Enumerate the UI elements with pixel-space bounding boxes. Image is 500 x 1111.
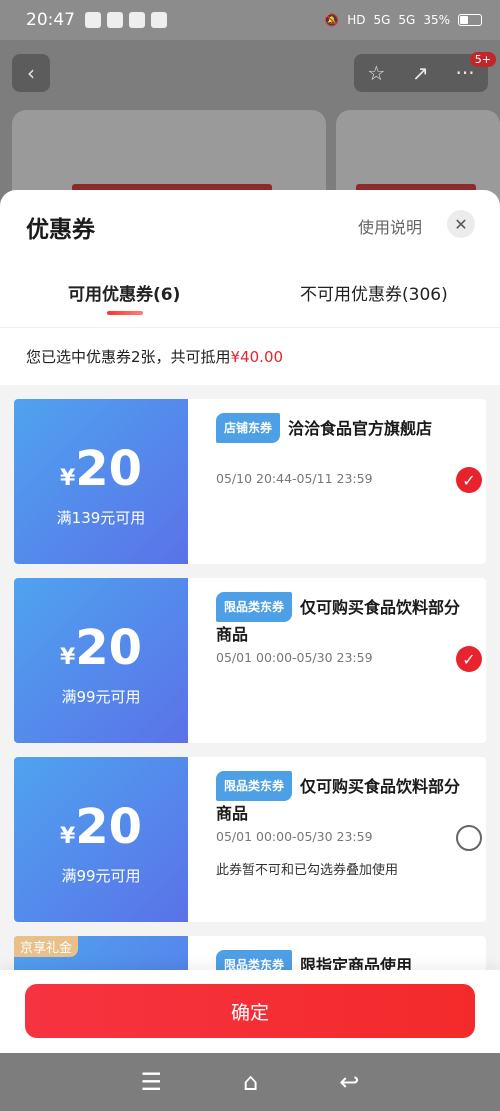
amount-value: 20: [75, 799, 143, 855]
app-notification-icon: [107, 12, 123, 28]
coupon-title-line: 限品类东券 限指定商品使用: [216, 950, 462, 970]
network-5g-1: 5G: [373, 13, 391, 27]
share-icon[interactable]: ↗: [412, 61, 429, 85]
network-hd: HD: [347, 13, 366, 27]
checkmark-icon: ✓: [462, 470, 476, 490]
coupon-title-line: 限品类东券 仅可购买食品饮料部分商品: [216, 592, 462, 648]
summary-text: 您已选中优惠券2张，共可抵用: [26, 348, 231, 366]
coupon-card[interactable]: ¥20 满99元可用 限品类东券 仅可购买食品饮料部分商品 05/01 00:00…: [14, 757, 486, 922]
close-icon: ✕: [454, 214, 468, 234]
coupon-type-tag: 店铺东券: [216, 413, 281, 443]
chevron-left-icon: ‹: [27, 61, 35, 85]
coupon-card[interactable]: ¥20 满139元可用 店铺东券 洽洽食品官方旗舰店 05/10 20:44-05…: [14, 399, 486, 564]
coupon-details: 限品类东券 限指定商品使用: [202, 936, 486, 970]
notification-icons: [85, 12, 167, 28]
coupon-details: 限品类东券 仅可购买食品饮料部分商品 05/01 00:00-05/30 23:5…: [202, 757, 486, 922]
confirm-button[interactable]: 确定: [25, 984, 475, 1038]
translate-icon: [129, 12, 145, 28]
currency-symbol: ¥: [59, 645, 76, 670]
sheet-header: 优惠券 使用说明 ✕: [0, 190, 500, 258]
battery-icon: [458, 14, 482, 26]
tab-unavailable[interactable]: 不可用优惠券(306): [300, 280, 448, 305]
coupon-checkbox-unchecked[interactable]: [456, 825, 482, 851]
coupon-card[interactable]: ¥20 满99元可用 限品类东券 仅可购买食品饮料部分商品 05/01 00:00…: [14, 578, 486, 743]
coupon-type-tag: 限品类东券: [216, 771, 293, 801]
coupon-title-line: 店铺东券 洽洽食品官方旗舰店: [216, 413, 462, 443]
network-5g-2: 5G: [398, 13, 416, 27]
coupon-checkbox-checked[interactable]: ✓: [456, 646, 482, 672]
coupon-list[interactable]: ¥20 满139元可用 店铺东券 洽洽食品官方旗舰店 05/10 20:44-05…: [0, 385, 500, 970]
coupon-type-tag: 限品类东券: [216, 592, 293, 622]
usage-instructions-link[interactable]: 使用说明: [358, 214, 422, 238]
coupon-amount: ¥20: [14, 441, 188, 497]
checkmark-icon: ✓: [462, 649, 476, 669]
coupon-value-panel: ¥20 满139元可用: [14, 399, 188, 564]
coupon-value-panel: ¥20 满99元可用: [14, 757, 188, 922]
coupon-threshold: 满139元可用: [56, 509, 146, 527]
coupon-title: 限指定商品使用: [300, 956, 413, 970]
favorite-icon[interactable]: ☆: [367, 61, 385, 85]
coupon-tabs: 可用优惠券(6) 不可用优惠券(306): [0, 258, 500, 328]
coupon-validity: 05/01 00:00-05/30 23:59: [216, 829, 373, 844]
system-nav-bar: ☰ ⌂ ↩: [0, 1053, 500, 1111]
sheet-title: 优惠券: [26, 217, 95, 243]
gift-tag: 京享礼金: [14, 936, 79, 957]
summary-amount: ¥40.00: [230, 348, 284, 366]
coupon-threshold: 满99元可用: [61, 867, 141, 885]
status-right: 🔕 HD 5G 5G 35%: [324, 13, 482, 27]
coupon-amount: ¥20: [14, 620, 188, 676]
coupon-details: 限品类东券 仅可购买食品饮料部分商品 05/01 00:00-05/30 23:5…: [202, 578, 486, 743]
mute-icon: 🔕: [324, 13, 340, 27]
menu-icon[interactable]: ☰: [141, 1068, 163, 1096]
coupon-validity: 05/01 00:00-05/30 23:59: [216, 650, 373, 665]
amount-value: 20: [75, 620, 143, 676]
coupon-title-line: 限品类东券 仅可购买食品饮料部分商品: [216, 771, 462, 827]
tab-available[interactable]: 可用优惠券(6): [68, 280, 180, 305]
battery-percent: 35%: [423, 13, 450, 27]
news-icon: [151, 12, 167, 28]
amount-value: 20: [75, 441, 143, 497]
coupon-checkbox-checked[interactable]: ✓: [456, 467, 482, 493]
active-tab-indicator: [107, 311, 143, 315]
coupon-title: 洽洽食品官方旗舰店: [288, 419, 433, 438]
coupon-details: 店铺东券 洽洽食品官方旗舰店 05/10 20:44-05/11 23:59 ✓: [202, 399, 486, 564]
wechat-icon: [85, 12, 101, 28]
coupon-card[interactable]: 京享礼金 限品类东券 限指定商品使用: [14, 936, 486, 970]
home-icon[interactable]: ⌂: [243, 1068, 258, 1096]
coupon-threshold: 满99元可用: [61, 688, 141, 706]
sheet-footer: 确定: [0, 970, 500, 1053]
close-button[interactable]: ✕: [447, 210, 475, 238]
back-icon[interactable]: ↩: [339, 1068, 359, 1096]
status-bar: 20:47 🔕 HD 5G 5G 35%: [0, 0, 500, 40]
message-badge: 5+: [469, 52, 496, 67]
coupon-sheet: 优惠券 使用说明 ✕ 可用优惠券(6) 不可用优惠券(306) 您已选中优惠券2…: [0, 190, 500, 1053]
currency-symbol: ¥: [59, 466, 76, 491]
coupon-validity: 05/10 20:44-05/11 23:59: [216, 471, 373, 486]
coupon-note: 此券暂不可和已勾选券叠加使用: [216, 863, 399, 878]
coupon-amount: ¥20: [14, 799, 188, 855]
product-page-background: ‹ ☆ ↗ ··· 5+: [0, 40, 500, 230]
selection-summary: 您已选中优惠券2张，共可抵用¥40.00: [0, 328, 500, 384]
back-button[interactable]: ‹: [12, 54, 50, 92]
coupon-type-tag: 限品类东券: [216, 950, 293, 970]
status-time: 20:47: [26, 10, 75, 30]
coupon-value-panel: ¥20 满99元可用: [14, 578, 188, 743]
currency-symbol: ¥: [59, 824, 76, 849]
page-actions: ☆ ↗ ···: [354, 54, 488, 92]
